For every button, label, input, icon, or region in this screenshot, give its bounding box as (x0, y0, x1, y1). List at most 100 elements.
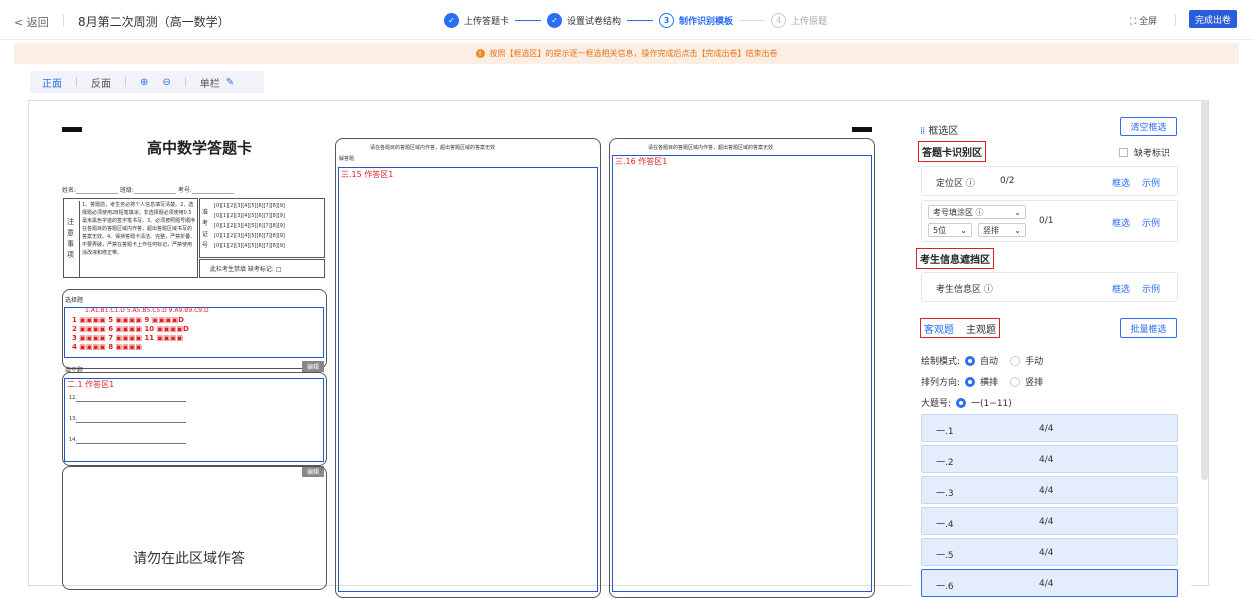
step-connector (627, 19, 654, 21)
batch-select-button[interactable]: 批量框选 (1120, 318, 1177, 338)
example-link[interactable]: 示例 (1142, 216, 1160, 229)
fullscreen-button[interactable]: ⛶ 全屏 (1130, 14, 1157, 27)
question-name: 一.3 (936, 489, 954, 499)
back-tab[interactable]: 反面 (91, 75, 111, 90)
answer-select-box-15[interactable] (338, 167, 598, 592)
select-link[interactable]: 框选 (1112, 282, 1130, 295)
canvas-scrollbar[interactable] (1201, 100, 1208, 480)
radio-horizontal[interactable] (965, 376, 976, 387)
fill-label: 填空题 (65, 367, 84, 374)
choice-row: 2 ▣▣▣▣ 6 ▣▣▣▣ 10 ▣▣▣▣D (72, 325, 189, 333)
student-info-line: 姓名:______________ 班级:______________ 考号:_… (62, 187, 234, 194)
tab-objective[interactable]: 客观题 (924, 321, 954, 336)
divider (1175, 14, 1176, 26)
question-row[interactable]: 一.4 4/4 (921, 507, 1178, 535)
question-count: 4/4 (1039, 424, 1054, 434)
select-value: 竖排 (983, 225, 999, 235)
single-column-label: 单栏 (199, 78, 220, 90)
column-label: 解答题 (339, 156, 355, 162)
direction-select[interactable]: 竖排 ⌄ (978, 223, 1026, 237)
question-count: 4/4 (1039, 486, 1054, 496)
example-link[interactable]: 示例 (1142, 282, 1160, 295)
exam-number-label: 准考证号 (202, 209, 209, 249)
choice-label: 选择题 (65, 297, 84, 304)
step-label: 上传答题卡 (464, 16, 510, 27)
step-connector (739, 19, 766, 21)
divider (63, 14, 64, 27)
question-name: 一.4 (936, 520, 954, 530)
radio-label: 一(1~11) (971, 399, 1012, 409)
zoom-out-icon[interactable]: ⊖ (162, 77, 170, 88)
select-link[interactable]: 框选 (1112, 176, 1130, 189)
absent-mark-checkbox[interactable]: 缺考标识 (1119, 146, 1170, 159)
radio-manual[interactable] (1010, 355, 1021, 366)
choice-row: 4 ▣▣▣▣ 8 ▣▣▣▣ (72, 343, 142, 351)
tab-subjective[interactable]: 主观题 (966, 321, 996, 336)
question-type-tabs: 客观题 主观题 (920, 318, 1000, 338)
card-area-title: 答题卡识别区 (918, 141, 986, 162)
select-value: 5位 (933, 225, 947, 235)
big-question-row: 大题号: 一(1~11) (921, 396, 1012, 409)
answer-select-box-16[interactable] (612, 155, 872, 592)
fill-select-box[interactable] (64, 378, 324, 462)
check-icon: ✓ (444, 12, 459, 28)
clear-selection-button[interactable]: 清空框选 (1120, 117, 1177, 136)
question-name: 一.5 (936, 551, 954, 561)
blank-line (76, 401, 186, 402)
position-marker (852, 127, 872, 132)
choice-row: 3 ▣▣▣▣ 7 ▣▣▣▣ 11 ▣▣▣▣ (72, 334, 184, 342)
zoom-in-icon[interactable]: ⊕ (140, 77, 148, 88)
notes-label: 注意事项 (67, 218, 74, 259)
locate-label: 定位区 ⓘ (936, 179, 975, 189)
view-toolbar: 正面 反面 ⊕ ⊖ 单栏 ✎ (30, 71, 264, 93)
checkbox-icon (1119, 148, 1128, 157)
student-info-label: 考生信息区 ⓘ (936, 285, 993, 295)
question-row[interactable]: 一.2 4/4 (921, 445, 1178, 473)
top-bar: < 返回 8月第二次周测（高一数学） ✓ 上传答题卡 ✓ 设置试卷结构 3 制作识别模… (0, 0, 1254, 40)
edit-pen-icon[interactable]: ✎ (226, 77, 234, 88)
check-icon: ✓ (547, 12, 563, 28)
radio-label: 手动 (1025, 357, 1044, 367)
chevron-down-icon: ⌄ (1014, 225, 1021, 235)
exam-number-select[interactable]: 考号填涂区 ⓘ ⌄ (928, 205, 1026, 219)
no-answer-section (62, 466, 327, 590)
drag-handle-icon[interactable]: ⁞⁞ (920, 126, 925, 137)
radio-vertical[interactable] (1010, 376, 1021, 387)
edit-button[interactable]: 编辑 (302, 361, 324, 372)
order-label: 排列方向: (921, 378, 961, 388)
chevron-down-icon: ⌄ (1014, 207, 1021, 217)
back-link[interactable]: < 返回 (14, 14, 49, 30)
question-name: 一.1 (936, 427, 954, 437)
step-upload-original[interactable]: 4 上传原题 (771, 12, 827, 28)
stepper: ✓ 上传答题卡 ✓ 设置试卷结构 3 制作识别模板 4 上传原题 (444, 10, 827, 30)
step-make-template[interactable]: 3 制作识别模板 (659, 12, 733, 28)
question-count: 4/4 (1039, 455, 1054, 465)
question-row[interactable]: 一.3 4/4 (921, 476, 1178, 504)
question-row[interactable]: 一.5 4/4 (921, 538, 1178, 566)
radio-label: 横排 (980, 378, 999, 388)
question-row[interactable]: 一.1 4/4 (921, 414, 1178, 442)
notice-banner: ! 按照【框选区】的提示逐一框选相关信息，操作完成后点击【完成出卷】结束出卷 (14, 43, 1239, 64)
absent-mark-row: 此栏考生禁填 缺考标记: □ (199, 259, 325, 278)
order-row: 排列方向: 横排 竖排 (921, 375, 1043, 388)
step-upload-card[interactable]: ✓ 上传答题卡 (444, 12, 510, 28)
radio-big-question[interactable] (956, 397, 967, 408)
fill-area-label: 二.1 作答区1 (67, 380, 115, 389)
finish-button[interactable]: 完成出卷 (1189, 10, 1237, 28)
checkbox-label: 缺考标识 (1134, 149, 1171, 159)
digits-select[interactable]: 5位 ⌄ (928, 223, 972, 237)
mask-area-title: 考生信息遮挡区 (916, 248, 994, 269)
select-value: 考号填涂区 ⓘ (933, 207, 984, 217)
front-tab[interactable]: 正面 (42, 75, 62, 90)
question-row[interactable]: 一.6 4/4 (921, 569, 1178, 597)
sheet-title: 高中数学答题卡 (147, 139, 253, 157)
panel-title: 框选区 (928, 126, 959, 137)
step-set-structure[interactable]: ✓ 设置试卷结构 (547, 12, 621, 28)
chevron-down-icon: ⌄ (960, 225, 967, 235)
radio-auto[interactable] (965, 355, 976, 366)
column-header: 请在各题目的答题区域内作答，超出答题区域的答案无效 (648, 145, 774, 151)
big-question-label: 大题号: (921, 399, 952, 409)
example-link[interactable]: 示例 (1142, 176, 1160, 189)
select-link[interactable]: 框选 (1112, 216, 1130, 229)
question-count: 4/4 (1039, 548, 1054, 558)
